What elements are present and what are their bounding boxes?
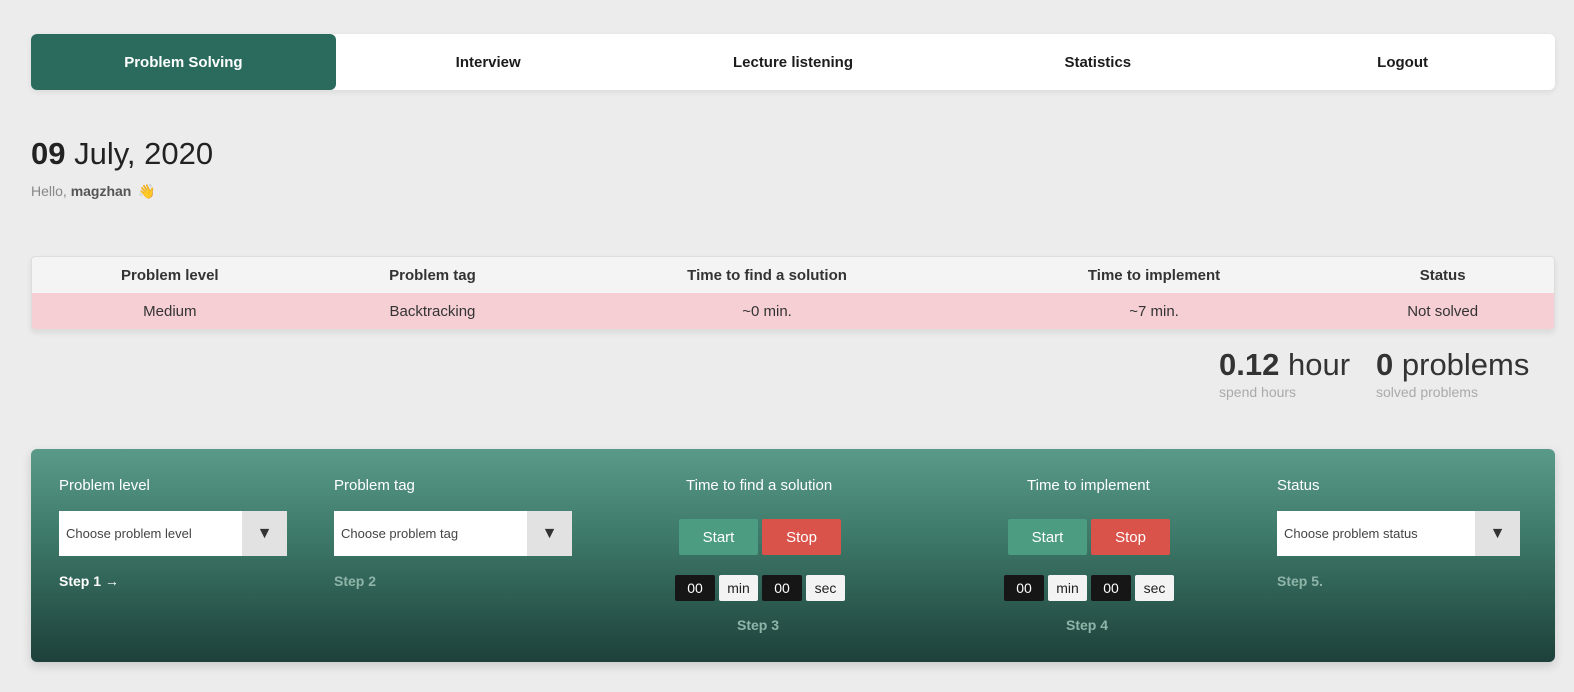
column-header: Problem level — [121, 266, 219, 284]
min-unit-label: min — [1048, 575, 1087, 601]
step-1-label: Step 1 → — [59, 573, 119, 589]
chevron-down-icon: ▼ — [1475, 511, 1520, 556]
page-date: 09 July, 2020 — [31, 136, 213, 172]
table-cell-level: Medium — [143, 302, 197, 320]
problem-form-panel: Problem level Choose problem level ▼ Ste… — [31, 449, 1555, 662]
wave-icon: 👋 — [138, 183, 156, 199]
problem-level-select[interactable]: Choose problem level ▼ — [59, 511, 287, 556]
problem-status-select[interactable]: Choose problem status ▼ — [1277, 511, 1520, 556]
date-month-year: July, 2020 — [74, 136, 214, 171]
problems-table: Problem level Problem tag Time to find a… — [31, 256, 1555, 330]
nav-statistics[interactable]: Statistics — [945, 34, 1250, 90]
hours-unit: hour — [1287, 347, 1351, 382]
implement-stop-button[interactable]: Stop — [1091, 519, 1170, 555]
sec-unit-label: sec — [806, 575, 845, 601]
problem-level-label: Problem level — [59, 477, 150, 494]
table-cell-implement-time: ~7 min. — [1129, 302, 1179, 320]
main-nav: Problem Solving Interview Lecture listen… — [31, 34, 1555, 90]
problem-level-placeholder: Choose problem level — [66, 526, 192, 541]
hours-value: 0.12 — [1219, 347, 1280, 382]
table-cell-find-time: ~0 min. — [742, 302, 792, 320]
hours-stat: 0.12 hour spend hours — [1219, 347, 1351, 401]
implement-label: Time to implement — [1027, 477, 1150, 494]
chevron-down-icon: ▼ — [527, 511, 572, 556]
problem-tag-placeholder: Choose problem tag — [341, 526, 459, 541]
nav-logout[interactable]: Logout — [1250, 34, 1555, 90]
implement-timer: 00 min 00 sec — [1004, 575, 1174, 601]
sec-unit-label: sec — [1135, 575, 1174, 601]
problem-tag-label: Problem tag — [334, 477, 415, 494]
min-unit-label: min — [719, 575, 758, 601]
table-cell-status: Not solved — [1407, 302, 1479, 320]
problems-value: 0 — [1376, 347, 1394, 382]
hours-caption: spend hours — [1219, 384, 1297, 401]
problems-unit: problems — [1401, 347, 1530, 382]
status-label: Status — [1277, 477, 1320, 494]
find-timer: 00 min 00 sec — [675, 575, 845, 601]
nav-lecture-listening[interactable]: Lecture listening — [641, 34, 946, 90]
step-4-label: Step 4 — [1066, 617, 1109, 633]
problem-tag-select[interactable]: Choose problem tag ▼ — [334, 511, 572, 556]
problem-status-placeholder: Choose problem status — [1284, 526, 1418, 541]
find-seconds: 00 — [762, 575, 802, 601]
implement-start-button[interactable]: Start — [1008, 519, 1087, 555]
column-header: Status — [1419, 266, 1466, 284]
nav-interview[interactable]: Interview — [336, 34, 641, 90]
column-header: Problem tag — [389, 266, 476, 284]
problems-stat: 0 problems solved problems — [1376, 347, 1530, 401]
column-header: Time to implement — [1087, 266, 1221, 284]
find-solution-label: Time to find a solution — [686, 477, 833, 494]
find-minutes: 00 — [675, 575, 715, 601]
chevron-down-icon: ▼ — [242, 511, 287, 556]
table-row: Medium Backtracking ~0 min. ~7 min. Not … — [32, 293, 1554, 329]
implement-minutes: 00 — [1004, 575, 1044, 601]
greeting-prefix: Hello, — [31, 183, 67, 199]
find-start-button[interactable]: Start — [679, 519, 758, 555]
step-2-label: Step 2 — [334, 573, 377, 589]
find-stop-button[interactable]: Stop — [762, 519, 841, 555]
greeting: Hello, magzhan 👋 — [31, 183, 156, 200]
column-header: Time to find a solution — [687, 266, 847, 284]
date-day: 09 — [31, 136, 66, 171]
nav-problem-solving[interactable]: Problem Solving — [31, 34, 336, 90]
username: magzhan — [70, 183, 132, 199]
table-cell-tag: Backtracking — [389, 302, 476, 320]
implement-seconds: 00 — [1091, 575, 1131, 601]
table-header: Problem level Problem tag Time to find a… — [32, 257, 1554, 293]
step-5-label: Step 5. — [1277, 573, 1323, 589]
problems-caption: solved problems — [1376, 384, 1478, 401]
step-3-label: Step 3 — [737, 617, 780, 633]
